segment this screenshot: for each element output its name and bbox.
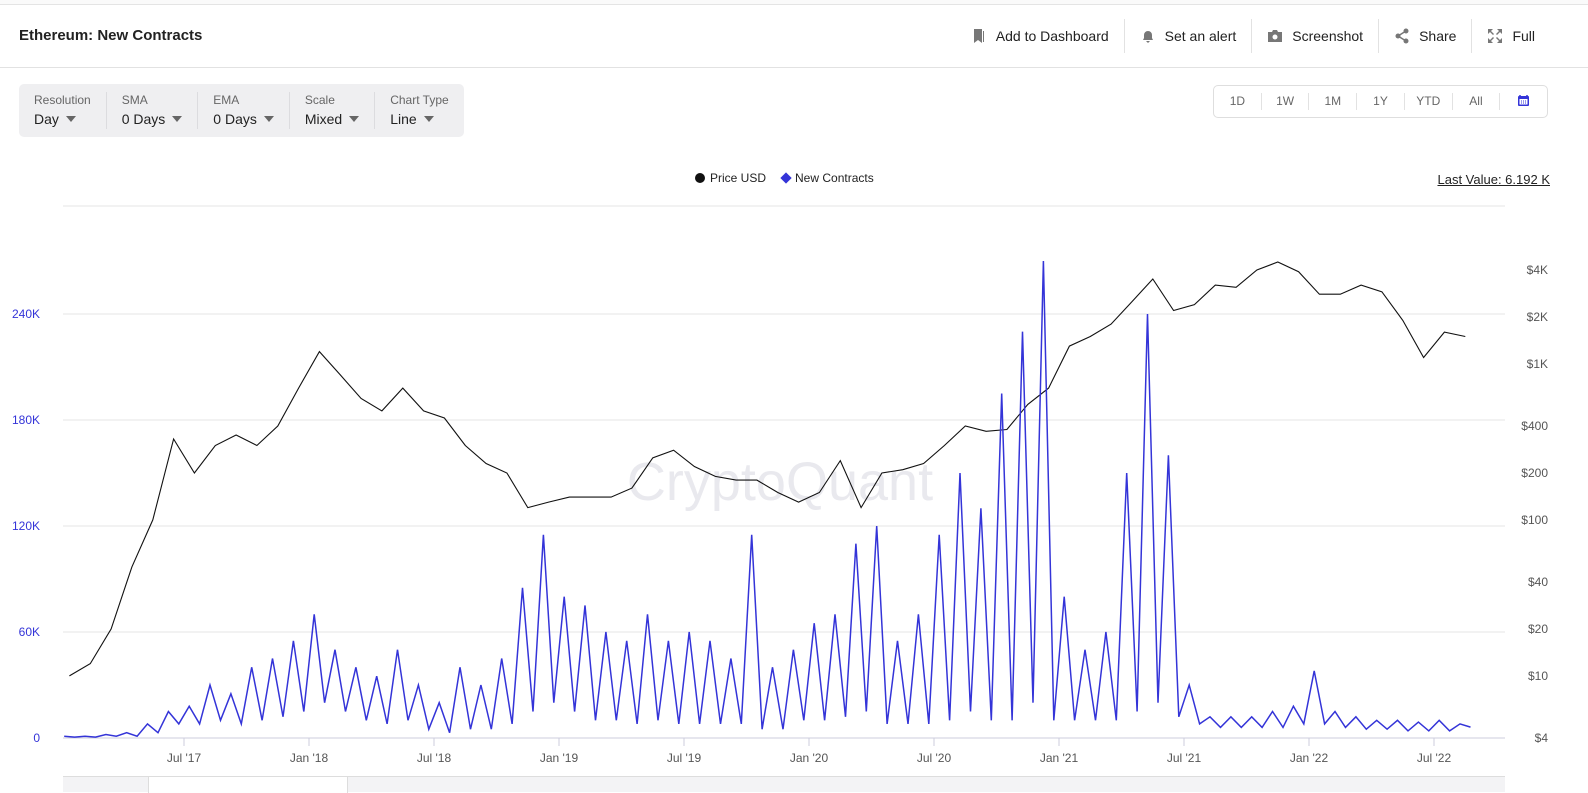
range-1d[interactable]: 1D: [1214, 93, 1261, 110]
x-axis-tick-label: Jul '22: [1417, 751, 1452, 765]
right-axis-tick-label: $4K: [1527, 263, 1548, 277]
sma-label: SMA: [121, 93, 148, 107]
chart-type-select[interactable]: Chart Type Line: [374, 92, 463, 129]
range-selector: 1D 1W 1M 1Y YTD All: [1213, 85, 1548, 118]
sma-value: 0 Days: [122, 111, 183, 127]
header: Ethereum: New Contracts Add to Dashboard…: [0, 5, 1588, 68]
resolution-select[interactable]: Resolution Day: [19, 92, 106, 129]
circle-marker-icon: [695, 173, 705, 183]
legend-price-label: Price USD: [710, 171, 767, 185]
legend-contracts-label: New Contracts: [795, 171, 874, 185]
chart-type-label: Chart Type: [390, 93, 449, 107]
right-axis-tick-label: $100: [1521, 513, 1548, 527]
range-all[interactable]: All: [1451, 93, 1500, 110]
resolution-value: Day: [34, 111, 91, 127]
range-ytd[interactable]: YTD: [1403, 93, 1452, 110]
share-icon: [1395, 28, 1409, 44]
x-axis-tick-label: Jul '17: [167, 751, 202, 765]
bell-icon: [1142, 31, 1153, 43]
sma-select[interactable]: SMA 0 Days: [105, 92, 198, 129]
chart-area: 0 60K 120K 180K 240K $4 $10 $20 $40 $100 $200 $400 $…: [12, 205, 1549, 765]
fullscreen-button[interactable]: Full: [1471, 19, 1550, 53]
ema-value: 0 Days: [213, 111, 274, 127]
right-axis-tick-label: $200: [1521, 466, 1548, 480]
left-axis-tick-label: 120K: [12, 519, 40, 533]
calendar-icon: [1518, 95, 1530, 106]
watermark-logo: CryptoQuant: [627, 452, 933, 512]
fullscreen-label: Full: [1512, 28, 1535, 44]
left-axis-tick-label: 0: [33, 731, 40, 745]
header-actions: Add to Dashboard Set an alert Screenshot…: [956, 19, 1550, 53]
right-axis-tick-label: $1K: [1527, 357, 1548, 371]
ema-select[interactable]: EMA 0 Days: [197, 92, 289, 129]
camera-icon: [1268, 30, 1283, 42]
screenshot-button[interactable]: Screenshot: [1251, 19, 1378, 53]
scale-label: Scale: [304, 93, 335, 107]
add-to-dashboard-button[interactable]: Add to Dashboard: [956, 19, 1124, 53]
left-axis-tick-label: 60K: [19, 625, 40, 639]
x-axis-tick-label: Jul '21: [1167, 751, 1202, 765]
navigator-selection[interactable]: [148, 777, 348, 793]
set-alert-button[interactable]: Set an alert: [1123, 19, 1252, 53]
legend-new-contracts[interactable]: New Contracts: [780, 171, 874, 185]
x-axis-tick-label: Jul '18: [417, 751, 452, 765]
ema-label: EMA: [213, 93, 240, 107]
calendar-button[interactable]: [1499, 93, 1547, 110]
x-axis-tick-label: Jul '20: [917, 751, 952, 765]
x-axis-tick-label: Jan '22: [1290, 751, 1329, 765]
navigator-bar[interactable]: [63, 776, 1505, 793]
resolution-label: Resolution: [34, 93, 91, 107]
x-axis-tick-label: Jan '18: [290, 751, 329, 765]
range-1y[interactable]: 1Y: [1356, 93, 1404, 110]
add-to-dashboard-label: Add to Dashboard: [995, 28, 1109, 44]
page-title: Ethereum: New Contracts: [19, 27, 203, 44]
chart-type-value: Line: [390, 111, 448, 127]
right-axis-tick-label: $400: [1521, 419, 1548, 433]
right-axis-tick-label: $20: [1528, 622, 1548, 636]
chart-legend: Price USD New Contracts: [695, 171, 874, 185]
left-axis-tick-label: 180K: [12, 413, 40, 427]
legend-price-usd[interactable]: Price USD: [695, 171, 766, 185]
share-button[interactable]: Share: [1378, 19, 1471, 53]
screenshot-label: Screenshot: [1292, 28, 1364, 44]
right-axis-tick-label: $4: [1535, 731, 1549, 745]
right-axis-tick-label: $2K: [1527, 310, 1548, 324]
set-alert-label: Set an alert: [1164, 28, 1237, 44]
right-axis-tick-label: $40: [1528, 575, 1548, 589]
left-axis-tick-label: 240K: [12, 307, 40, 321]
x-axis-tick-label: Jan '21: [1040, 751, 1079, 765]
diamond-marker-icon: [780, 172, 792, 184]
bookmark-icon: [973, 29, 984, 43]
x-axis-tick-label: Jan '19: [540, 751, 579, 765]
chart-controls: Resolution Day SMA 0 Days EMA 0 Days Scale M…: [19, 84, 464, 137]
expand-icon: [1488, 29, 1503, 43]
scale-value: Mixed: [305, 111, 359, 127]
right-axis-tick-label: $10: [1528, 669, 1548, 683]
x-axis-tick-label: Jul '19: [667, 751, 702, 765]
share-label: Share: [1419, 28, 1457, 44]
range-1m[interactable]: 1M: [1308, 93, 1356, 110]
x-axis-tick-label: Jan '20: [790, 751, 829, 765]
scale-select[interactable]: Scale Mixed: [288, 92, 374, 129]
last-value[interactable]: Last Value: 6.192 K: [1437, 172, 1550, 187]
range-1w[interactable]: 1W: [1260, 93, 1309, 110]
